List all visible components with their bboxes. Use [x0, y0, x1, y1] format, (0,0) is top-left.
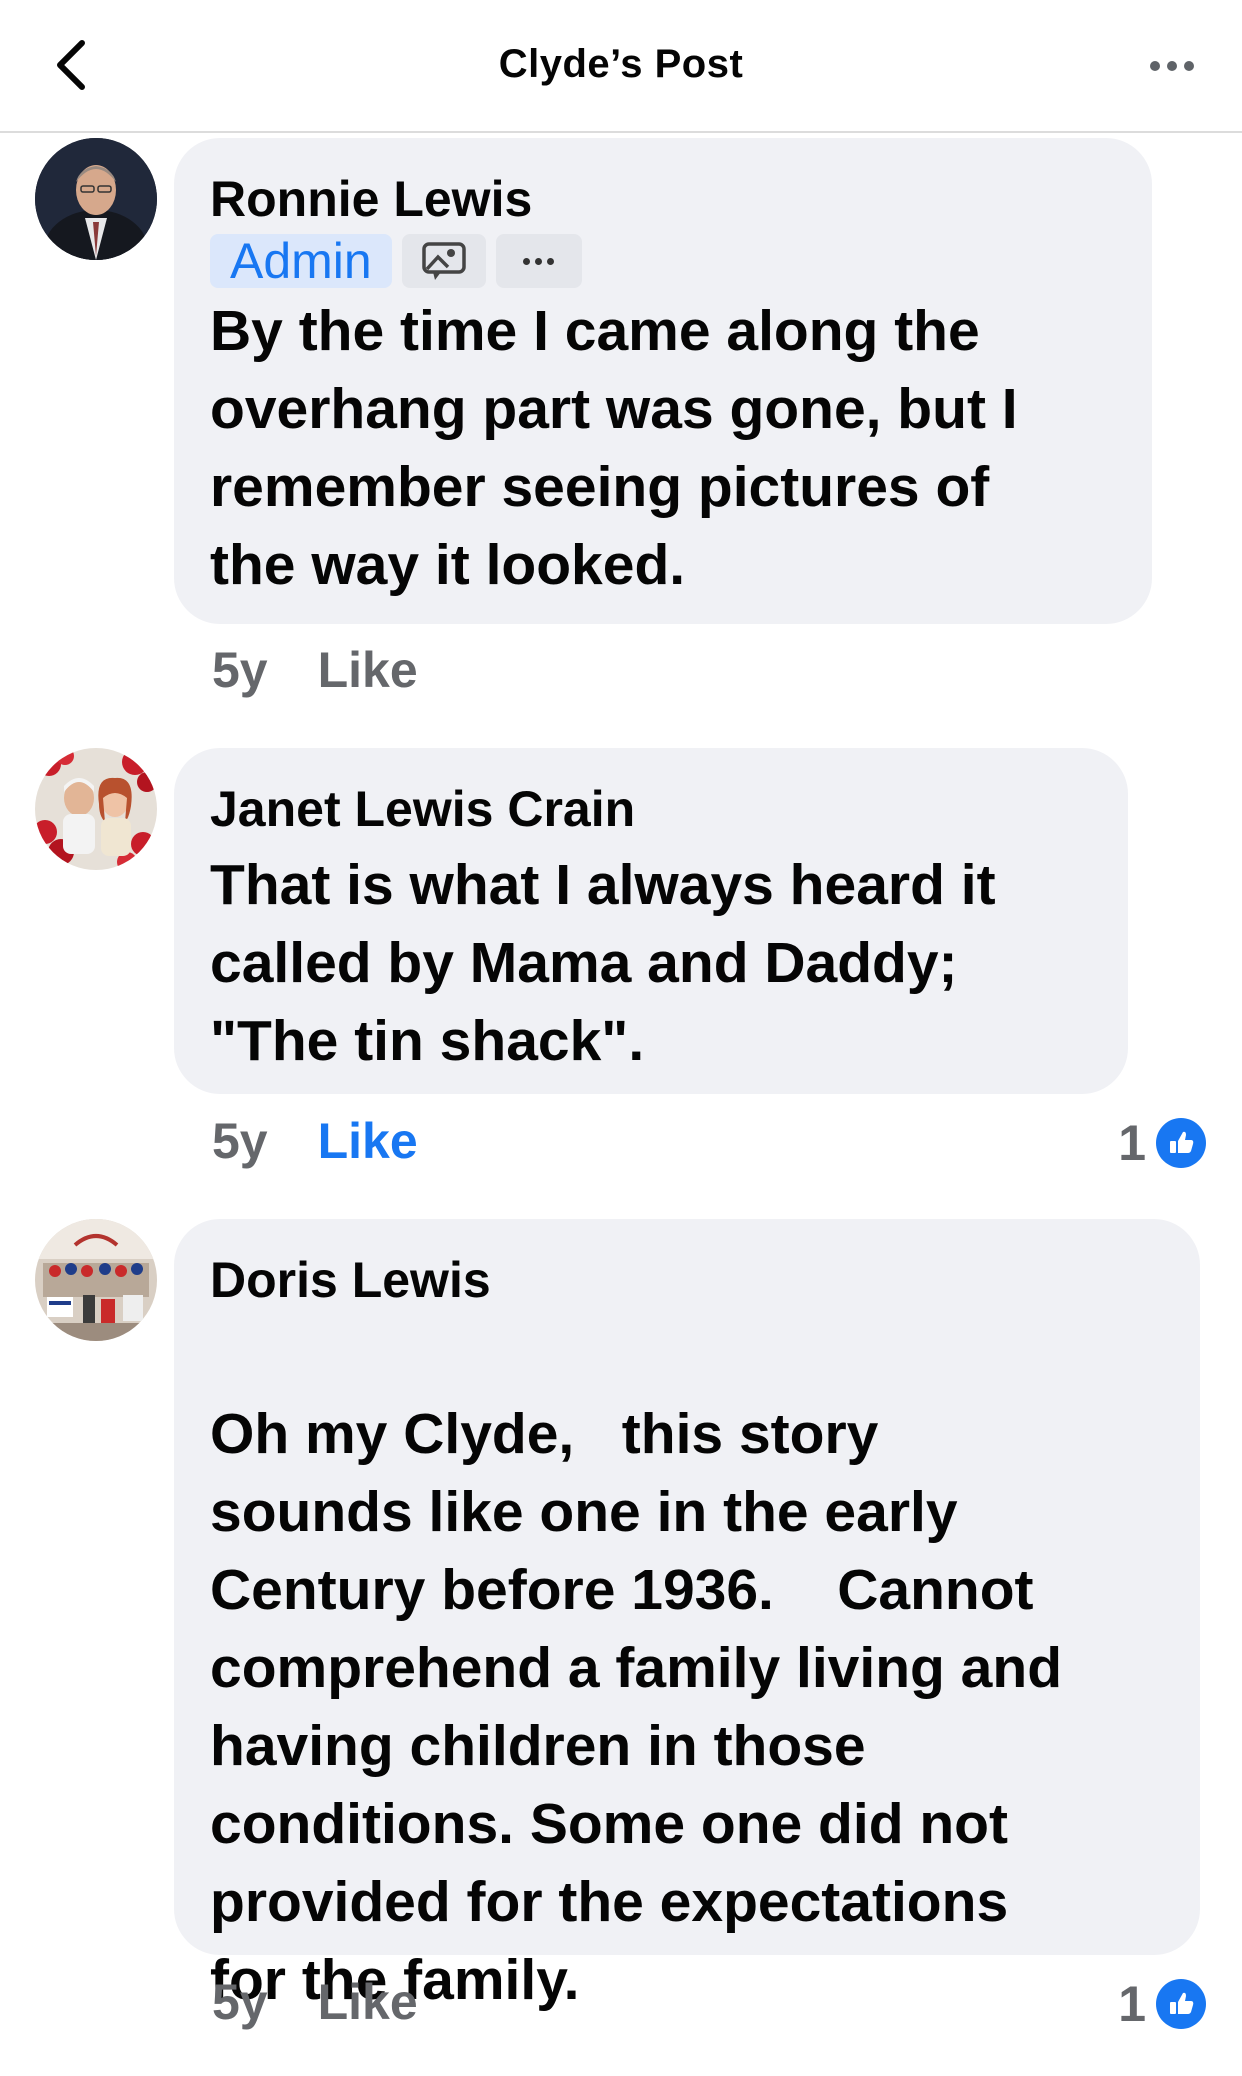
comment-author[interactable]: Janet Lewis Crain	[210, 778, 1092, 840]
like-button[interactable]: Like	[318, 1112, 418, 1170]
comment-line: overhang part was gone, but I	[210, 377, 1018, 441]
reaction-count: 1	[1118, 1976, 1146, 2032]
comment-timestamp: 5y	[212, 1113, 268, 1169]
comment-line: Oh my Clyde, this story	[210, 1402, 879, 1466]
author-badges: Admin	[210, 234, 1116, 288]
comment-line: remember seeing pictures of	[210, 455, 990, 519]
photo-icon	[421, 242, 466, 280]
profile-photo-icon	[35, 138, 157, 260]
comment-line: having children in those	[210, 1714, 866, 1778]
comment-actions: 5y Like	[212, 1112, 418, 1170]
more-options-button[interactable]	[1142, 46, 1202, 86]
comment-line: called by Mama and Daddy;	[210, 931, 958, 995]
comment-line: "The tin shack".	[210, 1009, 645, 1073]
admin-badge[interactable]: Admin	[210, 234, 392, 288]
comment-actions: 5y Like	[212, 1973, 418, 2031]
reaction-summary[interactable]: 1	[1118, 1114, 1206, 1172]
comment-author[interactable]: Ronnie Lewis	[210, 168, 1116, 230]
comment-text: Oh my Clyde, this story sounds like one i…	[210, 1317, 1164, 2019]
more-dots-icon	[1150, 61, 1194, 71]
comment-actions: 5y Like	[212, 641, 418, 699]
comment-line: That is what I always heard it	[210, 853, 996, 917]
photo-badge[interactable]	[401, 234, 486, 288]
thumbs-up-icon	[1156, 1979, 1206, 2029]
comment-timestamp: 5y	[212, 1974, 268, 2030]
comment-bubble[interactable]: Doris Lewis Oh my Clyde, this story sound…	[174, 1219, 1200, 2012]
comment-author[interactable]: Doris Lewis	[210, 1249, 1164, 1311]
comment-line: provided for the expectations	[210, 1870, 1009, 1934]
post-comments-screen: Clyde’s Post Ronnie Lewis Admin By the t…	[0, 0, 1242, 2076]
avatar[interactable]	[35, 138, 157, 260]
profile-photo-icon	[35, 748, 157, 870]
avatar[interactable]	[35, 748, 157, 870]
comment-line: the way it looked.	[210, 533, 686, 597]
thumbs-up-icon	[1156, 1118, 1206, 1168]
comment-text: That is what I always heard it called by…	[210, 846, 1092, 1080]
reaction-count: 1	[1118, 1115, 1146, 1171]
page-title: Clyde’s Post	[498, 42, 744, 86]
comment-bubble[interactable]: Janet Lewis Crain That is what I always …	[174, 748, 1128, 1094]
comment-timestamp: 5y	[212, 642, 268, 698]
comment-line: sounds like one in the early	[210, 1480, 958, 1544]
comment-line: comprehend a family living and	[210, 1636, 1063, 1700]
comment-bubble[interactable]: Ronnie Lewis Admin By the time I came al…	[174, 138, 1152, 624]
comment-line: By the time I came along the	[210, 299, 980, 363]
profile-photo-icon	[35, 1219, 157, 1341]
like-button[interactable]: Like	[318, 641, 418, 699]
badge-more-button[interactable]	[495, 234, 582, 288]
reaction-summary[interactable]: 1	[1118, 1975, 1206, 2033]
comment-text: By the time I came along the overhang pa…	[210, 292, 1116, 604]
avatar[interactable]	[35, 1219, 157, 1341]
top-nav-bar: Clyde’s Post	[0, 0, 1242, 133]
comment-line: conditions. Some one did not	[210, 1792, 1008, 1856]
like-button[interactable]: Like	[318, 1973, 418, 2031]
comment-line: Century before 1936. Cannot	[210, 1558, 1034, 1622]
more-dots-icon	[523, 257, 555, 265]
